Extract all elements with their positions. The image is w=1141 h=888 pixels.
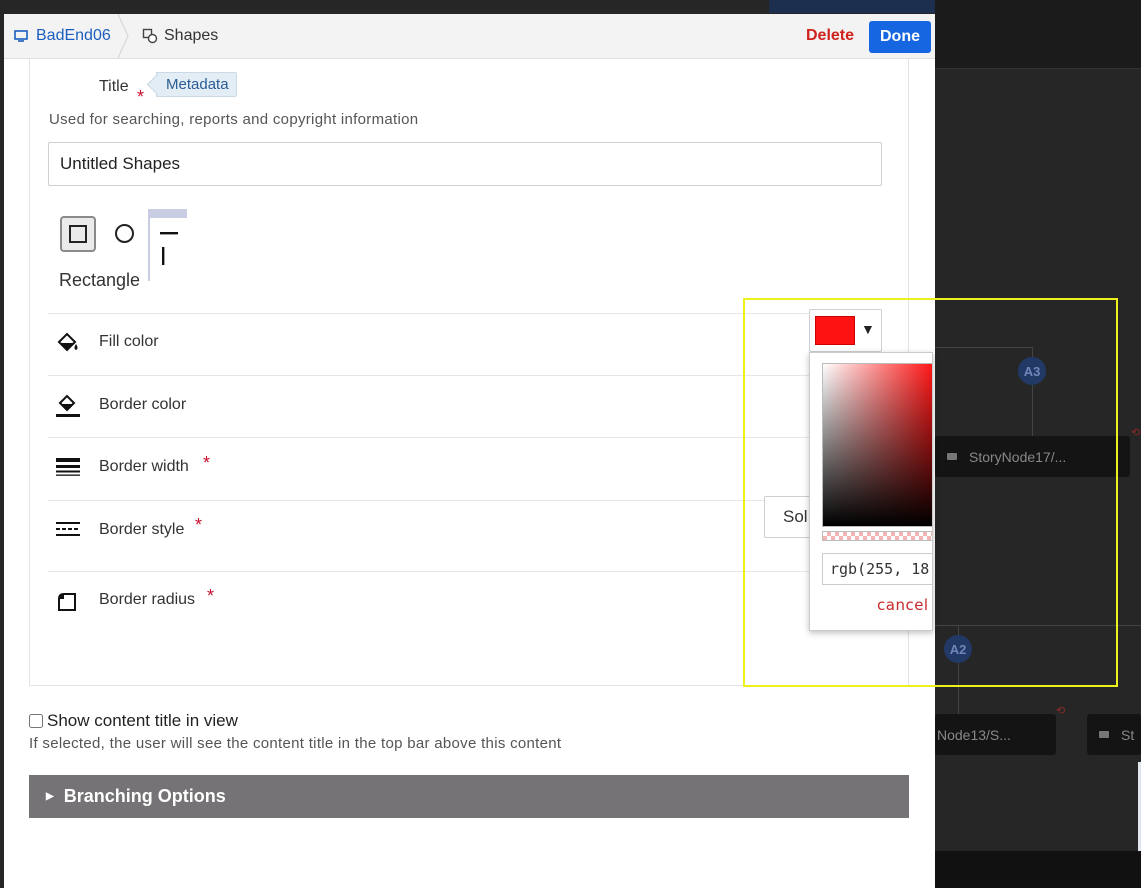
fill-color-label: Fill color bbox=[99, 333, 159, 350]
show-title-label[interactable]: Show content title in view bbox=[47, 711, 238, 731]
highlight-box bbox=[743, 298, 1118, 687]
rectangle-icon bbox=[69, 225, 87, 243]
border-radius-label: Border radius bbox=[99, 591, 196, 608]
line-weight-icon bbox=[56, 458, 80, 476]
border-radius-icon bbox=[58, 593, 76, 611]
background-top-button bbox=[769, 0, 962, 13]
camera-icon bbox=[1099, 731, 1109, 738]
link-icon: ⟲ bbox=[1056, 705, 1066, 717]
story-node[interactable]: St bbox=[1087, 714, 1141, 755]
shapes-icon bbox=[142, 28, 158, 44]
story-node[interactable]: Node13/S... bbox=[935, 714, 1056, 755]
background-bottom-bar bbox=[935, 851, 1141, 888]
link-icon: ⟲ bbox=[1131, 427, 1141, 439]
breadcrumb-parent-label: BadEnd06 bbox=[36, 27, 111, 44]
breadcrumb-parent[interactable]: BadEnd06 bbox=[14, 14, 111, 58]
title-input[interactable] bbox=[48, 142, 882, 186]
monitor-icon bbox=[14, 30, 28, 42]
circle-icon[interactable] bbox=[115, 224, 134, 243]
done-button[interactable]: Done bbox=[869, 21, 931, 53]
shape-type-label: Rectangle bbox=[59, 270, 141, 290]
caret-right-icon: ▶ bbox=[46, 791, 54, 802]
paint-bucket-icon bbox=[57, 332, 78, 352]
story-node-label: Node13/S... bbox=[937, 726, 1011, 743]
title-description: Used for searching, reports and copyrigh… bbox=[49, 111, 419, 128]
background-toolbar bbox=[935, 0, 1141, 69]
line-style-icon bbox=[56, 522, 80, 536]
required-marker: * bbox=[203, 453, 211, 473]
border-color-label: Border color bbox=[99, 396, 187, 413]
border-style-label: Border style bbox=[99, 521, 185, 538]
rectangle-shape-button[interactable] bbox=[60, 216, 96, 252]
delete-button[interactable]: Delete bbox=[800, 22, 860, 50]
show-title-description: If selected, the user will see the conte… bbox=[29, 735, 562, 752]
branching-options-label: Branching Options bbox=[63, 786, 226, 806]
metadata-tag-label: Metadata bbox=[166, 76, 229, 93]
line-icon[interactable] bbox=[145, 209, 187, 281]
show-title-checkbox[interactable] bbox=[29, 714, 43, 728]
required-marker: * bbox=[195, 515, 203, 535]
breadcrumb-current-label: Shapes bbox=[164, 27, 219, 44]
branching-options-toggle[interactable]: ▶ Branching Options bbox=[29, 775, 909, 818]
story-node-label: St bbox=[1121, 726, 1135, 743]
metadata-tag[interactable]: Metadata bbox=[156, 72, 237, 97]
required-marker: * bbox=[137, 87, 145, 107]
border-width-label: Border width bbox=[99, 458, 189, 475]
title-label: Title bbox=[99, 78, 129, 95]
border-color-icon bbox=[56, 394, 80, 417]
breadcrumb-separator bbox=[117, 14, 129, 58]
required-marker: * bbox=[207, 586, 215, 606]
breadcrumb-current: Shapes bbox=[142, 14, 218, 58]
dialog-header: BadEnd06 Shapes Delete Done bbox=[4, 14, 935, 59]
